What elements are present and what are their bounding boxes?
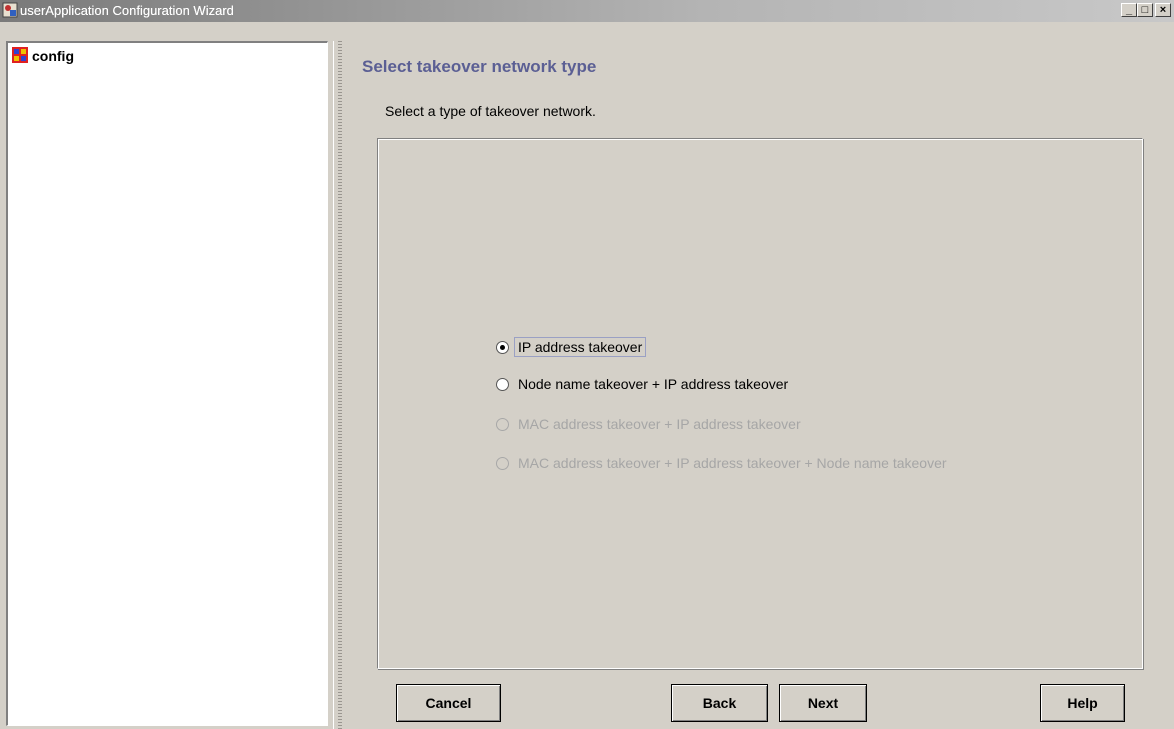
radio-label: Node name takeover + IP address takeover bbox=[518, 376, 789, 392]
radio-label: MAC address takeover + IP address takeov… bbox=[518, 455, 947, 471]
next-button[interactable]: Next bbox=[779, 684, 867, 722]
radio-button-icon bbox=[496, 341, 509, 354]
config-tree-panel[interactable]: config bbox=[6, 41, 328, 726]
close-button[interactable]: × bbox=[1155, 3, 1171, 17]
radio-selected-dot bbox=[500, 345, 505, 350]
radio-label: IP address takeover bbox=[513, 337, 647, 357]
radio-label: MAC address takeover + IP address takeov… bbox=[518, 416, 801, 432]
radio-button-icon bbox=[496, 457, 509, 470]
wizard-app-icon bbox=[2, 2, 18, 18]
split-pane-divider[interactable] bbox=[333, 41, 348, 729]
config-node-icon bbox=[12, 47, 28, 63]
window-title-bar[interactable]: userApplication Configuration Wizard _ □… bbox=[0, 0, 1174, 22]
tree-node-label: config bbox=[32, 48, 74, 64]
page-title: Select takeover network type bbox=[362, 57, 597, 76]
page-instruction: Select a type of takeover network. bbox=[385, 103, 596, 119]
cancel-button[interactable]: Cancel bbox=[396, 684, 501, 722]
radio-button-icon bbox=[496, 418, 509, 431]
radio-button-icon bbox=[496, 378, 509, 391]
window-title: userApplication Configuration Wizard bbox=[20, 3, 234, 18]
back-button[interactable]: Back bbox=[671, 684, 768, 722]
minimize-button[interactable]: _ bbox=[1121, 3, 1137, 17]
help-button[interactable]: Help bbox=[1040, 684, 1125, 722]
takeover-type-group: IP address takeover Node name takeover +… bbox=[377, 138, 1143, 669]
maximize-button[interactable]: □ bbox=[1137, 3, 1153, 17]
